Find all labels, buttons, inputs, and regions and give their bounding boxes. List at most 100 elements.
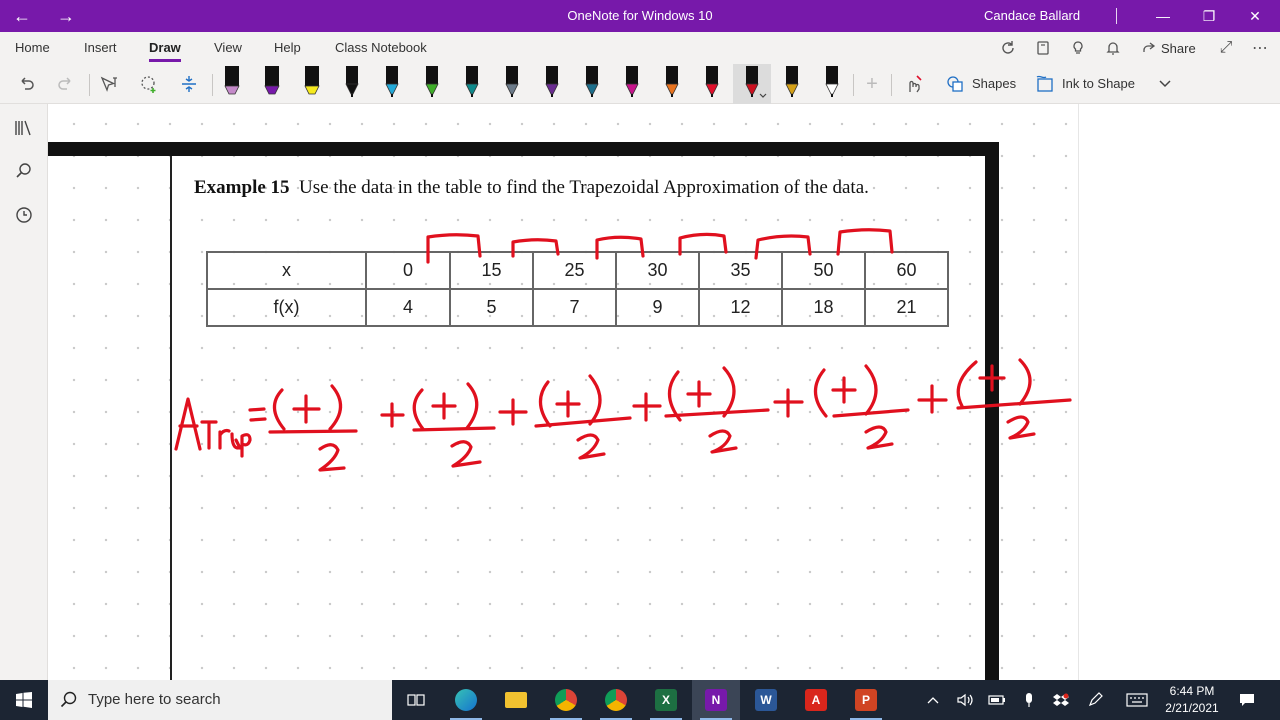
table-cell-x: 30	[615, 251, 700, 290]
add-pen-icon[interactable]: +	[859, 72, 885, 96]
show-hidden-icons-icon[interactable]	[922, 680, 944, 720]
document-margin-line	[170, 156, 172, 680]
expand-icon[interactable]: ⤢	[1214, 36, 1238, 60]
notification-center-icon[interactable]	[1236, 680, 1258, 720]
share-label: Share	[1161, 40, 1196, 56]
table-row: x 0 15 25 30 35 50 60	[206, 251, 949, 290]
pen-icon[interactable]	[340, 64, 364, 104]
notebooks-icon[interactable]	[10, 114, 38, 142]
tab-draw[interactable]: Draw	[149, 32, 181, 64]
pen-icon[interactable]	[733, 64, 771, 104]
tab-home[interactable]: Home	[15, 32, 50, 64]
pen-icon[interactable]	[460, 64, 484, 104]
ink-paren	[1018, 358, 1032, 406]
highlighter-icon[interactable]	[260, 64, 284, 104]
task-view-icon[interactable]	[392, 680, 440, 720]
pen-icon[interactable]	[620, 64, 644, 104]
table-cell-fx: 4	[365, 288, 451, 327]
onenote-icon[interactable]: N	[692, 680, 740, 720]
share-button[interactable]: Share	[1140, 36, 1200, 60]
type-select-icon[interactable]	[96, 72, 122, 96]
table-cell-x: 25	[532, 251, 617, 290]
pen-icon[interactable]	[540, 64, 564, 104]
sync-icon[interactable]	[996, 36, 1020, 60]
file-explorer-icon[interactable]	[492, 680, 540, 720]
clock-time: 6:44 PM	[1169, 684, 1215, 698]
touch-draw-icon[interactable]	[900, 72, 926, 96]
title-separator	[1116, 8, 1117, 24]
tab-view[interactable]: View	[214, 32, 242, 64]
table-header-fx: f(x)	[206, 288, 367, 327]
more-options-icon[interactable]: ⋯	[1248, 36, 1272, 60]
page-margin-pane	[1078, 104, 1280, 680]
note-canvas[interactable]: Example 15 Use the data in the table to …	[48, 104, 1078, 680]
excel-icon[interactable]: X	[642, 680, 690, 720]
undo-icon[interactable]	[13, 72, 39, 96]
shapes-icon[interactable]	[942, 72, 968, 96]
pen-icon[interactable]	[580, 64, 604, 104]
word-icon[interactable]: W	[742, 680, 790, 720]
pen-icon[interactable]	[500, 64, 524, 104]
redo-icon[interactable]	[53, 72, 79, 96]
taskbar-search-box[interactable]: Type here to search	[48, 680, 392, 720]
table-header-x: x	[206, 251, 367, 290]
navigation-rail	[0, 104, 48, 680]
table-cell-fx: 12	[698, 288, 783, 327]
dropbox-icon[interactable]	[1050, 680, 1072, 720]
pen-icon[interactable]	[380, 64, 404, 104]
system-clock[interactable]: 6:44 PM 2/21/2021	[1150, 683, 1234, 717]
pen-icon[interactable]	[660, 64, 684, 104]
pen-icon[interactable]	[420, 64, 444, 104]
lasso-select-icon[interactable]	[136, 72, 162, 96]
ink-to-shape-icon[interactable]	[1032, 72, 1058, 96]
recent-notes-icon[interactable]	[10, 201, 38, 229]
pen-icon[interactable]	[700, 64, 724, 104]
table-cell-x: 35	[698, 251, 783, 290]
search-icon[interactable]	[10, 157, 38, 185]
pen-workspace-icon[interactable]	[1084, 680, 1106, 720]
chevron-down-icon[interactable]	[1152, 72, 1178, 96]
bell-icon[interactable]	[1101, 36, 1125, 60]
table-cell-fx: 9	[615, 288, 700, 327]
add-space-icon[interactable]	[176, 72, 202, 96]
windows-taskbar: Type here to search X N W A P 6:44 PM 2/…	[0, 680, 1280, 720]
table-cell-x: 50	[781, 251, 866, 290]
microphone-icon[interactable]	[1018, 680, 1040, 720]
search-icon	[60, 691, 77, 708]
page-copy-icon[interactable]	[1031, 36, 1055, 60]
battery-icon[interactable]	[986, 680, 1008, 720]
table-row: f(x) 4 5 7 9 12 18 21	[206, 288, 949, 327]
shapes-label[interactable]: Shapes	[972, 64, 1016, 104]
tab-insert[interactable]: Insert	[84, 32, 117, 64]
user-name[interactable]: Candace Ballard	[984, 0, 1080, 32]
highlighter-icon[interactable]	[220, 64, 244, 104]
data-table: x 0 15 25 30 35 50 60 f(x) 4 5 7 9 12 18…	[206, 251, 949, 327]
back-arrow-icon[interactable]: ←	[0, 0, 44, 32]
table-cell-x: 0	[365, 251, 451, 290]
pen-icon[interactable]	[780, 64, 804, 104]
ink-to-shape-label[interactable]: Ink to Shape	[1062, 64, 1135, 104]
chrome-icon[interactable]	[542, 680, 590, 720]
acrobat-icon[interactable]: A	[792, 680, 840, 720]
chrome-profile-icon[interactable]	[592, 680, 640, 720]
restore-icon[interactable]: ❐	[1186, 0, 1232, 32]
tab-class-notebook[interactable]: Class Notebook	[335, 32, 427, 64]
keyboard-icon[interactable]	[1124, 680, 1150, 720]
close-icon[interactable]: ✕	[1232, 0, 1278, 32]
forward-arrow-icon[interactable]: →	[44, 0, 88, 32]
powerpoint-icon[interactable]: P	[842, 680, 890, 720]
minimize-icon[interactable]: —	[1140, 0, 1186, 32]
lightbulb-icon[interactable]	[1066, 36, 1090, 60]
table-cell-x: 15	[449, 251, 534, 290]
volume-icon[interactable]	[954, 680, 976, 720]
windows-start-icon[interactable]	[0, 680, 48, 720]
window-title: OneNote for Windows 10	[567, 8, 713, 23]
pen-icon[interactable]	[820, 64, 844, 104]
edge-icon[interactable]	[442, 680, 490, 720]
highlighter-icon[interactable]	[300, 64, 324, 104]
table-cell-x: 60	[864, 251, 949, 290]
tab-help[interactable]: Help	[274, 32, 301, 64]
ink-digit-2	[1006, 415, 1036, 440]
share-icon	[1143, 42, 1156, 52]
document-frame	[48, 142, 999, 680]
